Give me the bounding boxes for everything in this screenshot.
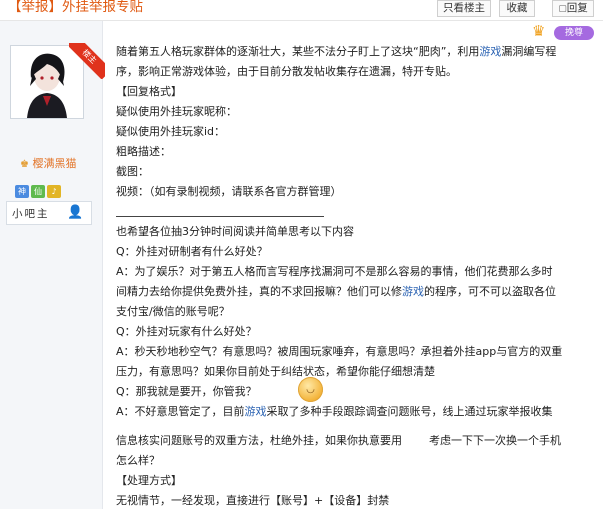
content-divider bbox=[116, 216, 324, 217]
answer-1-line-3: 支付宝/微信的账号呢？ bbox=[116, 305, 230, 318]
answer-2-line-2: 压力，有意思吗？如果你目前处于纠结状态，希望你能仔细想清楚 bbox=[116, 365, 435, 378]
role-label: 小吧主 bbox=[12, 208, 50, 220]
level-badges: 神仙 ♪ bbox=[15, 179, 63, 198]
level-badge-music[interactable]: ♪ bbox=[47, 185, 61, 198]
level-badge-immortal[interactable]: 仙 bbox=[31, 185, 45, 198]
handling-rule: 无视情节，一经发现，直接进行【账号】+【设备】封禁 bbox=[116, 494, 390, 507]
answer-2-line-1: A：秒天秒地秒空气？有意思吗？被周围玩家唾弃，有意思吗？承担着外挂app与官方的… bbox=[116, 345, 563, 358]
moderator-icon: 👤 bbox=[67, 205, 84, 220]
answer-3-line-1: A：不好意思管定了，目前游戏采取了多种手段跟踪调查问题账号，线上通过玩家举报收集 bbox=[116, 405, 553, 418]
intro-line-1: 随着第五人格玩家群体的逐渐壮大，某些不法分子盯上了这块“肥肉”，利用游戏漏洞编写… bbox=[116, 45, 557, 58]
question-3: Q：那我就是要开，你管我？ bbox=[116, 385, 257, 398]
format-description: 粗略描述： bbox=[116, 145, 171, 158]
question-1: Q：外挂对研制者有什么好处？ bbox=[116, 245, 268, 258]
read-hint: 也希望各位抽3分钟时间阅读并简单思考以下内容 bbox=[116, 225, 354, 238]
question-2: Q：外挂对玩家有什么好处？ bbox=[116, 325, 257, 338]
game-link[interactable]: 游戏 bbox=[245, 405, 267, 418]
format-id: 疑似使用外挂玩家id： bbox=[116, 125, 226, 138]
member-icon: ♚ bbox=[20, 159, 29, 170]
favorite-button[interactable]: 收藏 bbox=[499, 0, 535, 17]
format-nickname: 疑似使用外挂玩家昵称： bbox=[116, 105, 237, 118]
op-badge: 楼主 bbox=[69, 43, 105, 79]
answer-1-line-1: A：为了娱乐？对于第五人格而言写程序找漏洞可不是那么容易的事情，他们花费那么多时 bbox=[116, 265, 553, 278]
intro-line-2: 序，影响正常游戏体验，由于目前分散发帖收集存在遗漏，特开专贴。 bbox=[116, 65, 457, 78]
format-heading: 【回复格式】 bbox=[116, 85, 182, 98]
role-box: 小吧主 👤 bbox=[6, 201, 92, 225]
username[interactable]: ♚ 樱满黑猫 bbox=[20, 155, 76, 171]
post-header: 【举报】外挂举报专贴 只看楼主 收藏 ▢回复 bbox=[0, 0, 603, 20]
game-link[interactable]: 游戏 bbox=[402, 285, 424, 298]
handling-heading: 【处理方式】 bbox=[116, 474, 182, 487]
vip-area[interactable]: ♛ 挽尊 bbox=[530, 22, 598, 44]
format-video: 视频：（如有录制视频，请联系各官方群管理） bbox=[116, 185, 342, 198]
answer-3-line-2: 信息核实问题账号的双重方法，杜绝外挂，如果你执意要用 考虑一下下一次换一个手机 bbox=[116, 434, 561, 447]
game-link[interactable]: 游戏 bbox=[479, 45, 501, 58]
answer-3-line-3: 怎么样？ bbox=[116, 454, 160, 467]
level-badge-god[interactable]: 神 bbox=[15, 185, 29, 198]
format-screenshot: 截图： bbox=[116, 165, 149, 178]
reply-label: 回复 bbox=[566, 2, 588, 14]
crown-icon: ♛ bbox=[532, 22, 546, 40]
post-title: 【举报】外挂举报专贴 bbox=[8, 0, 143, 15]
author-sidebar: 楼主 ♚ 樱满黑猫 神仙 ♪ 小吧主 👤 bbox=[0, 21, 105, 509]
smiling-face-icon: ◡ bbox=[298, 377, 323, 402]
username-label: 樱满黑猫 bbox=[32, 157, 77, 170]
reply-button[interactable]: ▢回复 bbox=[552, 0, 594, 17]
answer-1-line-2: 间精力去给你提供免费外挂，真的不求回报嘛？他们可以修游戏的程序，可不可以盗取各位 bbox=[116, 285, 556, 298]
only-op-button[interactable]: 只看楼主 bbox=[437, 0, 491, 17]
reply-icon: ▢ bbox=[558, 4, 567, 14]
vip-badge: 挽尊 bbox=[554, 26, 594, 40]
op-badge-label: 楼主 bbox=[69, 43, 105, 79]
